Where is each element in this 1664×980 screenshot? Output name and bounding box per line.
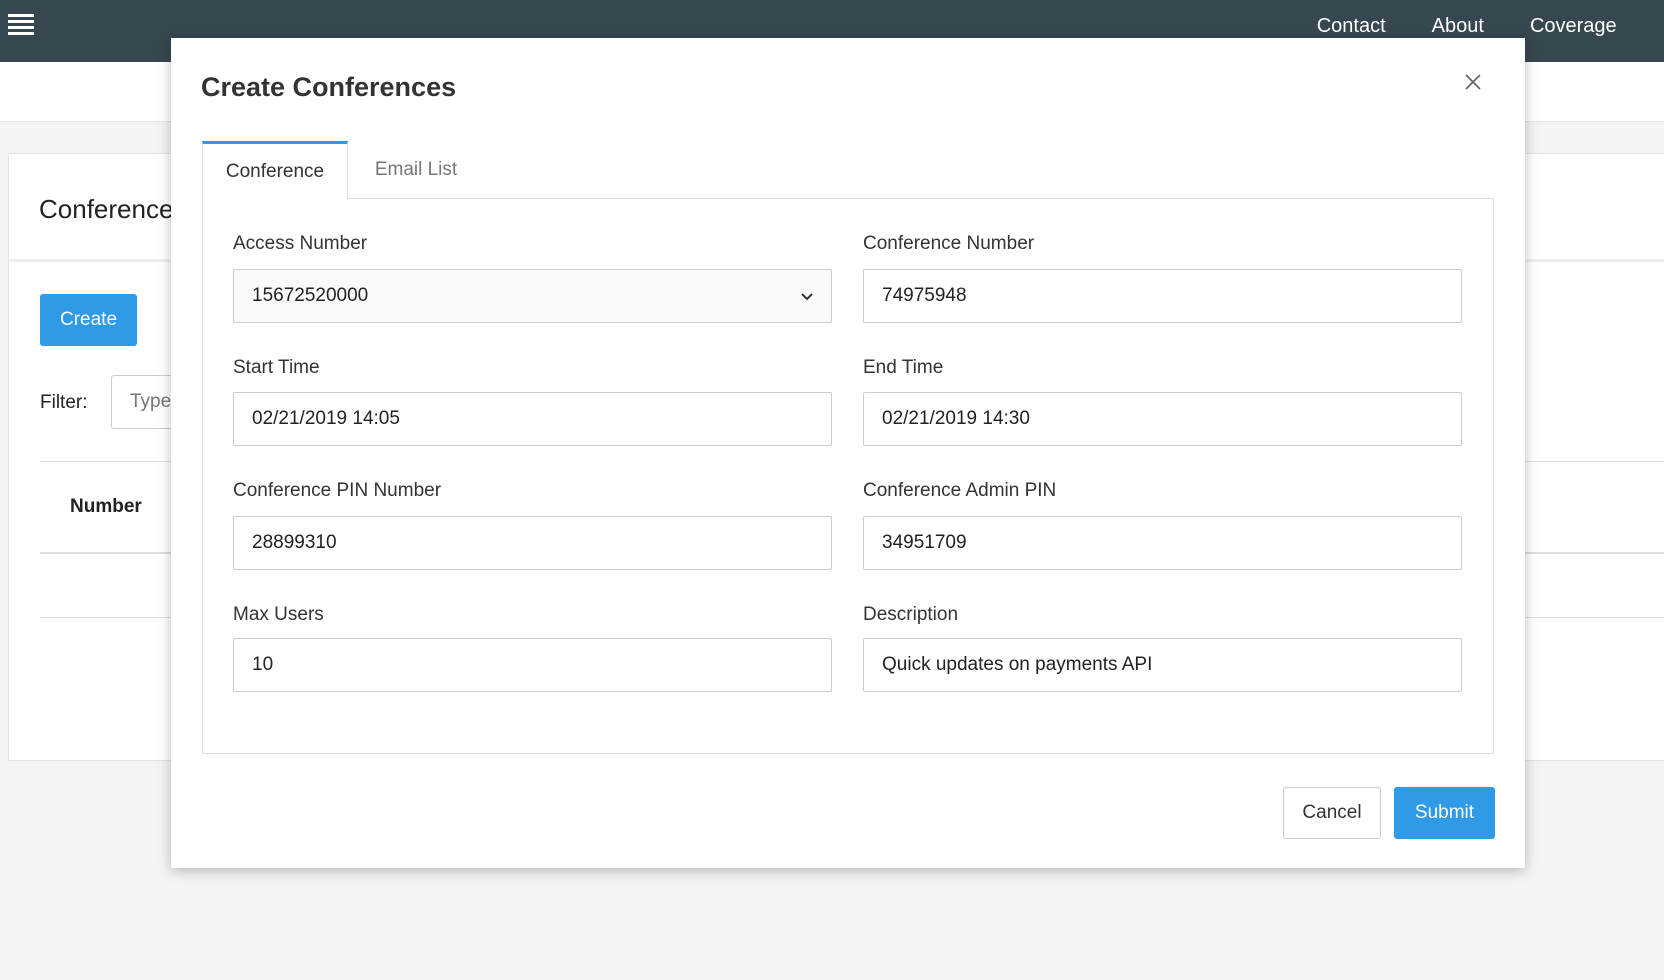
card-title: Conferences: [39, 194, 187, 224]
hamburger-menu-icon[interactable]: [8, 14, 34, 36]
tab-email-list[interactable]: Email List: [351, 141, 481, 199]
admin-pin-input[interactable]: [863, 516, 1462, 570]
nav-link-about[interactable]: About: [1432, 15, 1484, 38]
create-button[interactable]: Create: [40, 294, 137, 346]
modal-title: Create Conferences: [201, 72, 457, 102]
max-users-label: Max Users: [233, 604, 324, 625]
pin-number-label: Conference PIN Number: [233, 480, 442, 501]
cancel-button[interactable]: Cancel: [1283, 787, 1381, 839]
tab-conference[interactable]: Conference: [202, 141, 348, 199]
start-time-label: Start Time: [233, 357, 320, 378]
conference-form-panel: Access Number 15672520000 Conference Num…: [202, 198, 1494, 754]
pin-number-input[interactable]: [233, 516, 832, 570]
submit-button[interactable]: Submit: [1394, 787, 1495, 839]
conference-number-label: Conference Number: [863, 233, 1035, 254]
end-time-label: End Time: [863, 357, 944, 378]
conference-number-input[interactable]: [863, 269, 1462, 323]
description-input[interactable]: [863, 638, 1462, 692]
column-header-number[interactable]: Number: [70, 496, 142, 518]
filter-label: Filter:: [40, 392, 88, 413]
admin-pin-label: Conference Admin PIN: [863, 480, 1057, 501]
nav-link-coverage[interactable]: Coverage: [1530, 15, 1617, 38]
access-number-value: 15672520000: [252, 285, 369, 306]
create-conferences-modal: Create Conferences Conference Email List…: [171, 38, 1525, 868]
description-label: Description: [863, 604, 959, 625]
access-number-select[interactable]: 15672520000: [233, 269, 832, 323]
nav-link-contact[interactable]: Contact: [1317, 15, 1386, 38]
chevron-down-icon: [799, 288, 815, 304]
max-users-input[interactable]: [233, 638, 832, 692]
end-time-input[interactable]: [863, 392, 1462, 446]
access-number-label: Access Number: [233, 233, 368, 254]
close-icon[interactable]: [1461, 70, 1485, 94]
start-time-input[interactable]: [233, 392, 832, 446]
